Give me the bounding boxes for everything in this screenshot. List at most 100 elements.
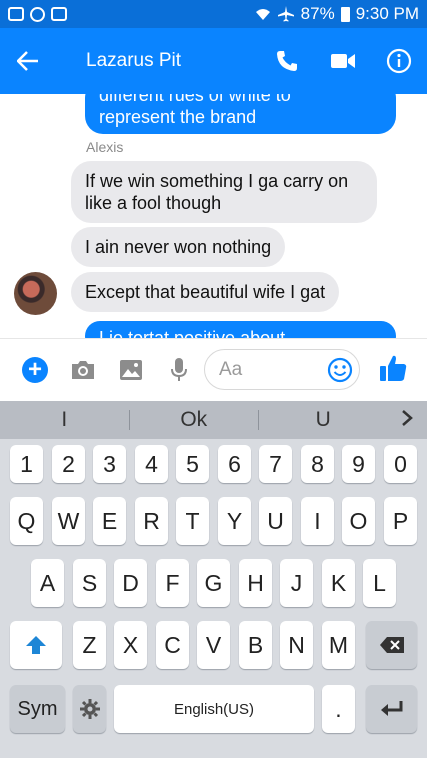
thumbs-up-icon	[380, 355, 407, 381]
key-n[interactable]: N	[280, 621, 313, 669]
camera-icon	[72, 361, 94, 379]
messenger-screen: 87% 9:30 PM Lazarus Pit different rues o…	[0, 0, 427, 758]
key-1[interactable]: 1	[10, 445, 43, 483]
key-r[interactable]: R	[135, 497, 168, 545]
outgoing-message-bubble[interactable]: different rues of white to represent the…	[85, 94, 396, 134]
key-l[interactable]: L	[363, 559, 396, 607]
message-text: I ain never won nothing	[85, 237, 272, 257]
voice-call-button[interactable]	[259, 28, 315, 94]
like-button[interactable]	[378, 353, 408, 385]
gallery-button[interactable]	[107, 339, 155, 402]
message-text: Except that beautiful wife I gat	[85, 282, 326, 302]
key-2[interactable]: 2	[52, 445, 85, 483]
plus-icon: +	[22, 357, 48, 383]
incoming-message-bubble[interactable]: I ain never won nothing	[71, 227, 286, 267]
symbols-key[interactable]: Sym	[10, 685, 65, 733]
backspace-icon	[379, 637, 404, 653]
enter-key[interactable]	[366, 685, 417, 733]
status-bar: 87% 9:30 PM	[0, 0, 427, 28]
key-a[interactable]: A	[31, 559, 64, 607]
onscreen-keyboard: I Ok U 1 2 3 4 5 6 7 8 9 0 Q W E R T Y U…	[0, 401, 427, 758]
shift-arrow-icon	[26, 636, 46, 654]
key-e[interactable]: E	[93, 497, 126, 545]
emoji-icon[interactable]	[327, 357, 353, 383]
key-w[interactable]: W	[52, 497, 85, 545]
backspace-key[interactable]	[366, 621, 417, 669]
whatsapp-icon	[30, 6, 45, 22]
key-7[interactable]: 7	[259, 445, 292, 483]
key-m[interactable]: M	[322, 621, 355, 669]
key-u[interactable]: U	[259, 497, 292, 545]
incoming-message-bubble[interactable]: Except that beautiful wife I gat	[71, 272, 340, 312]
space-key[interactable]: English(US)	[114, 685, 314, 733]
key-3[interactable]: 3	[93, 445, 126, 483]
key-5[interactable]: 5	[176, 445, 209, 483]
voicemail-icon	[8, 7, 24, 21]
video-camera-icon	[331, 54, 355, 68]
back-button[interactable]	[0, 28, 56, 94]
outgoing-message-bubble[interactable]: Lie tortat positive about	[85, 321, 396, 338]
info-button[interactable]	[371, 28, 427, 94]
chevron-right-icon	[402, 410, 414, 426]
more-actions-button[interactable]: +	[11, 339, 59, 402]
key-i[interactable]: I	[301, 497, 334, 545]
phone-icon	[277, 51, 297, 71]
key-d[interactable]: D	[114, 559, 147, 607]
settings-key[interactable]	[73, 685, 106, 733]
key-q[interactable]: Q	[10, 497, 43, 545]
message-input[interactable]: Aa	[204, 349, 360, 390]
key-g[interactable]: G	[197, 559, 230, 607]
key-9[interactable]: 9	[342, 445, 375, 483]
avatar[interactable]	[14, 272, 57, 315]
key-v[interactable]: V	[197, 621, 230, 669]
key-0[interactable]: 0	[384, 445, 417, 483]
suggestion-item[interactable]: U	[259, 408, 388, 432]
instagram-icon	[51, 7, 67, 21]
shift-key[interactable]	[10, 621, 62, 669]
key-4[interactable]: 4	[135, 445, 168, 483]
key-6[interactable]: 6	[218, 445, 251, 483]
message-input-placeholder: Aa	[219, 358, 243, 380]
message-list[interactable]: different rues of white to represent the…	[0, 94, 427, 338]
status-right-icons: 87% 9:30 PM	[255, 4, 419, 24]
image-icon	[120, 360, 142, 380]
space-key-label: English(US)	[173, 700, 255, 718]
camera-button[interactable]	[59, 339, 107, 402]
key-j[interactable]: J	[280, 559, 313, 607]
key-k[interactable]: K	[322, 559, 355, 607]
suggestion-item[interactable]: Ok	[129, 408, 258, 432]
conversation-title[interactable]: Lazarus Pit	[86, 50, 181, 72]
key-o[interactable]: O	[342, 497, 375, 545]
message-text: If we win something I ga carry on like a…	[85, 171, 349, 213]
enter-arrow-icon	[380, 701, 402, 716]
key-s[interactable]: S	[73, 559, 106, 607]
header-actions	[259, 28, 427, 94]
conversation-header: Lazarus Pit	[0, 28, 427, 94]
message-text: different rues of white to	[99, 94, 291, 105]
video-call-button[interactable]	[315, 28, 371, 94]
suggestion-strip: I Ok U	[0, 401, 427, 439]
suggestion-item[interactable]: I	[0, 408, 129, 432]
incoming-message-bubble[interactable]: If we win something I ga carry on like a…	[71, 161, 377, 223]
key-f[interactable]: F	[156, 559, 189, 607]
key-h[interactable]: H	[239, 559, 272, 607]
key-z[interactable]: Z	[73, 621, 106, 669]
voice-clip-button[interactable]	[155, 339, 203, 402]
symbols-key-label: Sym	[17, 697, 58, 720]
battery-icon	[340, 6, 350, 22]
period-key[interactable]: .	[322, 685, 355, 733]
info-icon	[386, 48, 412, 74]
battery-percent: 87%	[300, 4, 335, 23]
key-p[interactable]: P	[384, 497, 417, 545]
gear-icon	[79, 699, 100, 719]
airplane-icon	[277, 6, 294, 22]
key-8[interactable]: 8	[301, 445, 334, 483]
suggestion-expand-button[interactable]	[387, 406, 427, 434]
microphone-icon	[171, 358, 187, 381]
back-arrow-icon	[17, 51, 38, 71]
key-b[interactable]: B	[239, 621, 272, 669]
key-y[interactable]: Y	[218, 497, 251, 545]
key-x[interactable]: X	[114, 621, 147, 669]
key-t[interactable]: T	[176, 497, 209, 545]
key-c[interactable]: C	[156, 621, 189, 669]
